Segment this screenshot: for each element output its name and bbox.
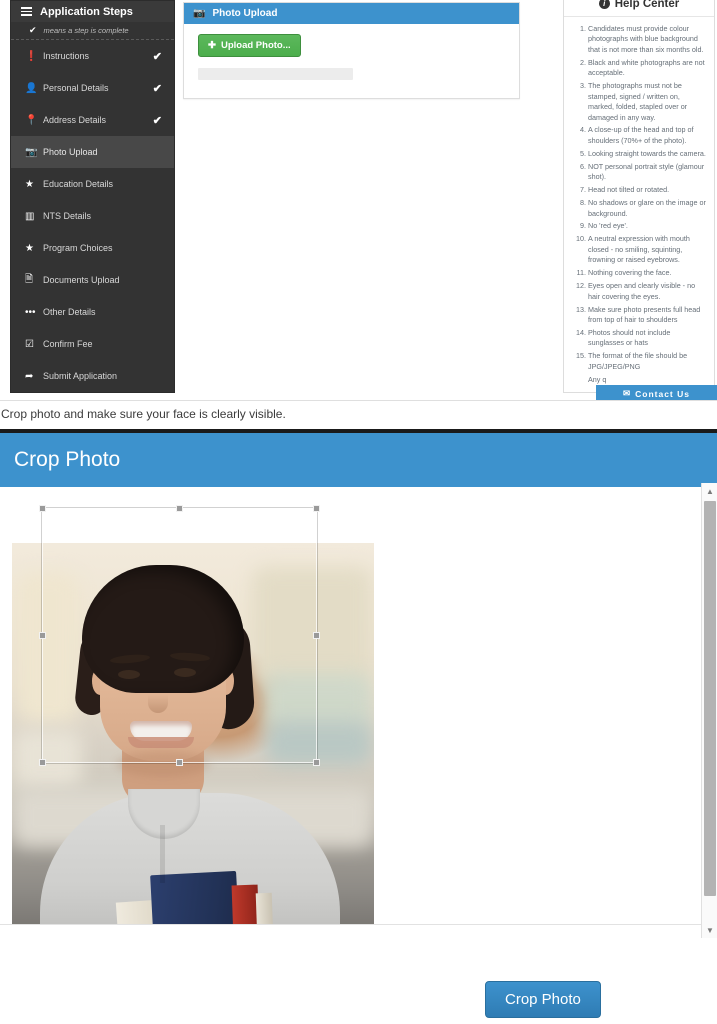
info-circle-icon: i (598, 0, 610, 9)
help-center-tail-text: Any q (588, 374, 607, 384)
sidebar-item-label: NTS Details (43, 211, 92, 221)
scroll-up-arrow-icon[interactable]: ▲ (702, 483, 717, 499)
crop-selection-box[interactable] (39, 505, 320, 766)
upload-photo-button-label: Upload Photo... (220, 40, 291, 51)
help-center-item: Candidates must provide colour photograp… (588, 24, 707, 55)
file-name-placeholder (198, 68, 353, 80)
sidebar-item-education-details[interactable]: ★ Education Details (11, 168, 174, 200)
crop-photo-modal-title: Crop Photo (14, 448, 121, 471)
contact-us-label: Contact Us (635, 388, 690, 399)
sidebar-item-documents-upload[interactable]: 🗎 Documents Upload (11, 264, 174, 296)
photo-upload-body: ✚ Upload Photo... (184, 24, 519, 80)
sidebar-legend: ✔ means a step is complete (11, 22, 174, 40)
upload-photo-button[interactable]: ✚ Upload Photo... (198, 34, 301, 57)
crop-photo-modal-header: Crop Photo (0, 433, 717, 487)
ellipsis-icon: ••• (25, 306, 36, 318)
arrow-icon: ➦ (25, 370, 34, 382)
help-center-item: A close-up of the head and top of should… (588, 125, 707, 146)
scrollbar-thumb[interactable] (704, 501, 716, 896)
photo-upload-card-header: 📷 Photo Upload (184, 3, 519, 24)
crop-handle-e[interactable] (313, 631, 320, 639)
help-center-item: Looking straight towards the camera. (588, 149, 707, 159)
background-page: Application Steps ✔ means a step is comp… (0, 0, 717, 405)
hamburger-icon[interactable] (21, 5, 32, 18)
sidebar-item-confirm-fee[interactable]: ☑ Confirm Fee (11, 328, 174, 360)
application-steps-sidebar: Application Steps ✔ means a step is comp… (10, 0, 175, 393)
sidebar-item-label: Program Choices (43, 243, 113, 253)
checkbox-icon: ☑ (25, 338, 34, 350)
star-icon: ★ (25, 178, 34, 190)
sidebar-item-label: Instructions (43, 51, 90, 61)
sidebar-item-other-details[interactable]: ••• Other Details (11, 296, 174, 328)
crop-handle-s[interactable] (175, 759, 183, 766)
sidebar-item-photo-upload[interactable]: 📷 Photo Upload (11, 136, 174, 168)
crop-hint-text: Crop photo and make sure your face is cl… (0, 400, 717, 427)
sidebar-item-instructions[interactable]: ❗ Instructions ✔ (11, 40, 174, 72)
sidebar-item-label: Other Details (43, 307, 96, 317)
photo-upload-card: 📷 Photo Upload ✚ Upload Photo... (183, 2, 520, 99)
sidebar-item-personal-details[interactable]: 👤 Personal Details ✔ (11, 72, 174, 104)
sidebar-item-label: Education Details (43, 179, 114, 189)
step-complete-check-icon: ✔ (152, 82, 162, 95)
help-center-list: Candidates must provide colour photograp… (564, 17, 714, 372)
help-center-item: Nothing covering the face. (588, 268, 707, 278)
camera-icon: 📷 (193, 8, 206, 19)
help-center-item: NOT personal portrait style (glamour sho… (588, 162, 707, 183)
map-pin-icon: 📍 (25, 114, 38, 126)
sidebar-item-submit-application[interactable]: ➦ Submit Application (11, 360, 174, 392)
help-center-item: Photos should not include sunglasses or … (588, 328, 707, 349)
sidebar-item-label: Confirm Fee (43, 339, 93, 349)
crop-photo-modal-footer: Crop Photo (0, 925, 717, 1020)
plus-icon: ✚ (208, 40, 216, 51)
help-center-item: The format of the file should be JPG/JPE… (588, 351, 707, 372)
check-icon: ✔ (29, 25, 37, 35)
help-center-item: Black and white photographs are not acce… (588, 58, 707, 79)
crop-handle-se[interactable] (313, 759, 320, 766)
help-center-item: A neutral expression with mouth closed -… (588, 234, 707, 265)
crop-modal-scrollbar[interactable]: ▲ ▼ (701, 483, 717, 938)
star-icon: ★ (25, 242, 34, 254)
help-center-item: Eyes open and clearly visible - no hair … (588, 281, 707, 302)
help-center-title: Help Center (614, 0, 680, 10)
file-icon: 🗎 (25, 273, 34, 285)
crop-handle-sw[interactable] (39, 759, 46, 766)
help-center-item: No shadows or glare on the image or back… (588, 198, 707, 219)
help-center-header: i Help Center (564, 0, 714, 17)
step-complete-check-icon: ✔ (152, 114, 162, 127)
crop-photo-submit-button[interactable]: Crop Photo (485, 981, 601, 1018)
sidebar-item-label: Personal Details (43, 83, 109, 93)
envelope-icon: ✉ (623, 388, 632, 398)
help-center-card: i Help Center Candidates must provide co… (563, 0, 715, 393)
exclamation-icon: ❗ (25, 50, 38, 62)
camera-icon: 📷 (25, 146, 38, 158)
sidebar-item-label: Documents Upload (43, 275, 120, 285)
screen-root: Application Steps ✔ means a step is comp… (0, 0, 717, 1024)
scroll-down-arrow-icon[interactable]: ▼ (702, 922, 717, 938)
help-center-item: Head not tilted or rotated. (588, 185, 707, 195)
crop-handle-nw[interactable] (39, 505, 46, 512)
help-center-item: Make sure photo presents full head from … (588, 305, 707, 326)
sidebar-item-nts-details[interactable]: ▥ NTS Details (11, 200, 174, 232)
sidebar-item-label: Submit Application (43, 371, 118, 381)
sidebar-header: Application Steps (11, 1, 174, 22)
sidebar-item-address-details[interactable]: 📍 Address Details ✔ (11, 104, 174, 136)
help-center-item: No 'red eye'. (588, 221, 707, 231)
person-icon: 👤 (25, 82, 38, 94)
person-placket (160, 825, 165, 883)
step-complete-check-icon: ✔ (152, 50, 162, 63)
crop-handle-n[interactable] (175, 505, 183, 512)
sidebar-item-program-choices[interactable]: ★ Program Choices (11, 232, 174, 264)
sidebar-title: Application Steps (40, 5, 133, 18)
sidebar-item-label: Address Details (43, 115, 107, 125)
sidebar-legend-text: means a step is complete (43, 26, 129, 35)
bar-chart-icon: ▥ (25, 210, 35, 222)
crop-handle-w[interactable] (39, 631, 46, 639)
sidebar-item-label: Photo Upload (43, 147, 98, 157)
help-center-item: The photographs must not be stamped, sig… (588, 81, 707, 123)
crop-handle-ne[interactable] (313, 505, 320, 512)
photo-upload-title: Photo Upload (212, 8, 278, 19)
sidebar-nav-list: ❗ Instructions ✔ 👤 Personal Details ✔ 📍 Address… (11, 40, 174, 392)
